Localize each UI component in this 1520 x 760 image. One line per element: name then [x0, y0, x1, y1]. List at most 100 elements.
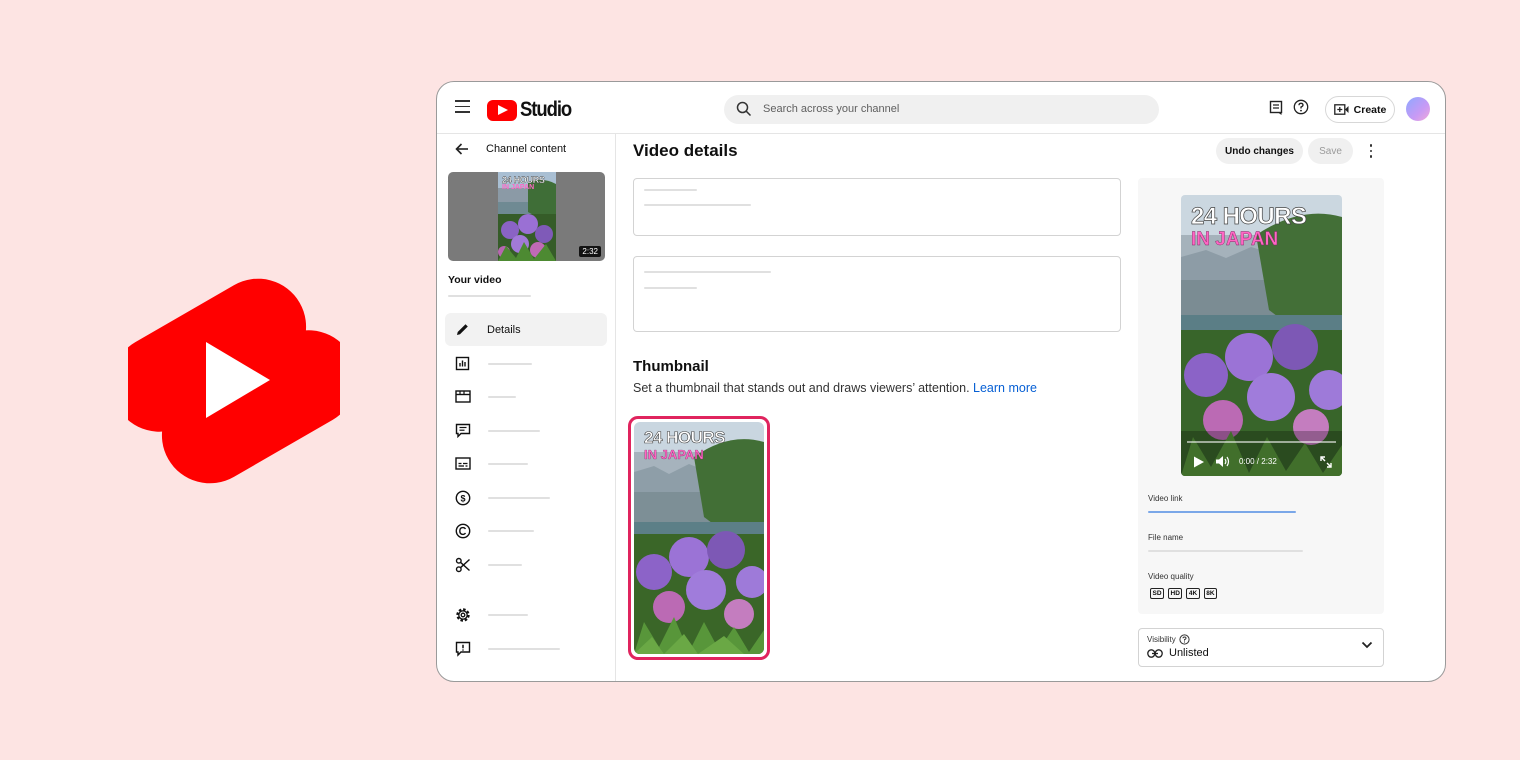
- avatar[interactable]: [1406, 97, 1430, 121]
- field-value-placeholder: [644, 287, 697, 289]
- arrow-left-icon: [455, 143, 468, 155]
- quality-badge-hd: HD: [1168, 588, 1183, 599]
- sidebar-item-comments[interactable]: [445, 414, 607, 447]
- quality-badge-4k: 4K: [1186, 588, 1200, 599]
- sidebar-item-settings[interactable]: [445, 598, 607, 631]
- visibility-dropdown[interactable]: Visibility Unlisted: [1138, 628, 1384, 667]
- sidebar-item-details[interactable]: Details: [445, 313, 607, 346]
- video-player[interactable]: 24 HOURS IN JAPAN 0:00 / 2:32: [1181, 195, 1342, 476]
- svg-text:$: $: [460, 493, 465, 503]
- monetization-icon: $: [454, 489, 471, 506]
- clips-icon: [454, 556, 471, 573]
- search-icon: [736, 101, 752, 117]
- thumbnail-description: Set a thumbnail that stands out and draw…: [633, 381, 1037, 395]
- time-display: 0:00 / 2:32: [1239, 457, 1277, 466]
- player-controls: 0:00 / 2:32: [1187, 455, 1336, 468]
- page-title: Video details: [633, 141, 738, 160]
- volume-icon[interactable]: [1215, 455, 1231, 468]
- youtube-shorts-logo: [128, 278, 340, 484]
- copyright-icon: [454, 522, 471, 539]
- sidebar-item-placeholder: [488, 496, 550, 499]
- create-button[interactable]: Create: [1325, 96, 1395, 123]
- pencil-icon: [454, 321, 471, 338]
- studio-logo[interactable]: Studio: [487, 98, 578, 122]
- fullscreen-icon[interactable]: [1320, 455, 1332, 468]
- settings-icon: [454, 606, 471, 623]
- sidebar-item-feedback[interactable]: [445, 632, 607, 665]
- sidebar-item-placeholder: [488, 563, 522, 566]
- subtitles-icon: [454, 455, 471, 472]
- visibility-value-row: Unlisted: [1147, 647, 1209, 659]
- quality-badges: SD HD 4K 8K: [1150, 588, 1218, 599]
- thumbnail-image: 24 HOURS IN JAPAN: [498, 172, 556, 261]
- search-bar[interactable]: Search across your channel: [724, 95, 1159, 124]
- sidebar-item-placeholder: [488, 647, 560, 650]
- more-options-icon[interactable]: [1368, 144, 1374, 158]
- chevron-down-icon: [1361, 641, 1373, 649]
- help-icon[interactable]: [1293, 99, 1309, 115]
- your-video-label: Your video: [448, 274, 502, 286]
- sidebar-item-placeholder: [488, 613, 528, 616]
- youtube-play-icon: [487, 99, 517, 121]
- video-quality-label: Video quality: [1148, 572, 1194, 581]
- channel-content-label: Channel content: [486, 143, 567, 155]
- thumbnail-image: 24 HOURS IN JAPAN: [634, 422, 764, 654]
- thumbnail-overlay-text: 24 HOURS IN JAPAN: [644, 428, 726, 462]
- sidebar-item-copyright[interactable]: [445, 514, 607, 547]
- sidebar-item-placeholder: [488, 395, 516, 398]
- visibility-label-row: Visibility: [1147, 634, 1190, 645]
- sidebar-item-monetization[interactable]: $: [445, 481, 607, 514]
- sidebar-item-editor[interactable]: [445, 380, 607, 413]
- duration-badge: 2:32: [579, 246, 601, 257]
- create-video-icon: [1333, 104, 1349, 115]
- main-content: Video details Undo changes Save Thumbnai…: [617, 134, 1445, 681]
- description-field[interactable]: [633, 256, 1121, 332]
- save-button[interactable]: Save: [1308, 138, 1353, 164]
- top-bar: Studio Search across your channel Create: [437, 82, 1445, 134]
- field-label-placeholder: [644, 189, 697, 191]
- play-icon[interactable]: [1193, 456, 1205, 468]
- sidebar-item-placeholder: [488, 362, 532, 365]
- video-link-label: Video link: [1148, 494, 1183, 503]
- sidebar-item-label: Details: [487, 323, 521, 336]
- menu-icon[interactable]: [455, 100, 471, 113]
- video-link-value[interactable]: [1148, 511, 1296, 513]
- sidebar-item-placeholder: [488, 529, 534, 532]
- learn-more-link[interactable]: Learn more: [973, 381, 1037, 395]
- file-name-label: File name: [1148, 533, 1184, 542]
- sidebar-item-placeholder: [488, 462, 528, 465]
- visibility-value: Unlisted: [1169, 647, 1209, 659]
- search-placeholder: Search across your channel: [763, 103, 900, 115]
- thumbnail-overlay-text: 24 HOURS IN JAPAN: [502, 175, 545, 191]
- file-name-value: [1148, 550, 1303, 552]
- field-value-placeholder: [644, 204, 751, 206]
- selected-thumbnail[interactable]: 24 HOURS IN JAPAN: [628, 416, 770, 660]
- quality-badge-8k: 8K: [1203, 588, 1218, 599]
- visibility-label: Visibility: [1147, 635, 1176, 644]
- thumbnail-heading: Thumbnail: [633, 358, 709, 375]
- create-label: Create: [1353, 103, 1387, 116]
- link-icon: [1147, 648, 1163, 658]
- quality-badge-sd: SD: [1150, 588, 1165, 599]
- studio-window: Studio Search across your channel Create…: [436, 81, 1446, 682]
- undo-changes-button[interactable]: Undo changes: [1216, 138, 1303, 164]
- help-icon[interactable]: [1179, 634, 1190, 645]
- video-title-placeholder: [448, 295, 531, 297]
- preview-overlay-text: 24 HOURS IN JAPAN: [1191, 203, 1308, 251]
- sidebar-item-placeholder: [488, 429, 540, 432]
- analytics-icon: [454, 355, 471, 372]
- video-thumbnail[interactable]: 24 HOURS IN JAPAN 2:32: [448, 172, 605, 261]
- editor-icon: [454, 388, 471, 405]
- video-preview-panel: 24 HOURS IN JAPAN 0:00 / 2:32 Video link…: [1138, 178, 1384, 614]
- thumbnail-sub-text: Set a thumbnail that stands out and draw…: [633, 381, 970, 395]
- sidebar-item-subtitles[interactable]: [445, 447, 607, 480]
- sidebar-item-analytics[interactable]: [445, 347, 607, 380]
- messages-icon[interactable]: [1269, 100, 1284, 116]
- progress-bar[interactable]: [1187, 441, 1336, 443]
- title-field[interactable]: [633, 178, 1121, 236]
- comments-icon: [454, 422, 471, 439]
- studio-label: Studio: [520, 98, 572, 121]
- field-label-placeholder: [644, 271, 771, 273]
- back-to-channel-content[interactable]: Channel content: [455, 143, 566, 155]
- sidebar-item-clips[interactable]: [445, 548, 607, 581]
